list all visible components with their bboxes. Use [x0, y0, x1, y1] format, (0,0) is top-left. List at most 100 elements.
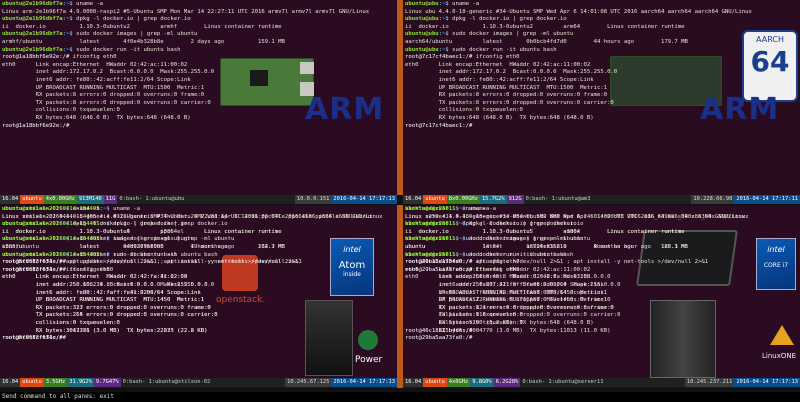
prompt-user-host: ubuntu@ubu — [405, 1, 439, 7]
status-window-list[interactable]: 0:bash- 1:ubuntu@am3 — [523, 195, 692, 204]
terminal-line: ubuntu@stilson-02:~$ uname -a — [2, 206, 395, 214]
root-prompt: root@5cd6fcf634e:/# — [2, 335, 70, 342]
command-text: uname -a — [452, 1, 480, 7]
terminal-line: collisions:0 txqueuelen:0 — [2, 319, 120, 326]
command-text: dpkg -l docker.io | grep docker.io — [452, 16, 567, 23]
terminal-pane-s390x[interactable]: ubuntu@server11:~$ uname -a Linux server1… — [403, 205, 800, 378]
root-prompt: root@1a18bbf6e92e:/# — [2, 54, 73, 61]
command-text: ifconfig eth0 — [69, 266, 114, 273]
terminal-pane-armhf[interactable]: ubuntu@2e1b96dbf7a:~$ uname -a Linux arm-… — [0, 0, 397, 195]
terminal-line: eth0 Link encap:Ethernet HWaddr 02:42:ac… — [405, 61, 591, 68]
terminal-line: ubuntu@ubu:~$ dpkg -l docker.io | grep d… — [405, 16, 798, 24]
prompt-path: :~$ — [455, 236, 470, 243]
root-prompt: root@29ba5aa73fa0:/# — [405, 266, 476, 273]
pane-divider-vertical[interactable] — [397, 0, 403, 388]
terminal-line: ubuntu@stilson-02:~$ sudo docker run -it… — [2, 252, 395, 260]
terminal-line: root@5cd6fcf634e:/# apt update >/dev/nul… — [2, 259, 395, 267]
terminal-line: root@29ba5aa73fa0:/# ifconfig eth0 — [405, 267, 798, 275]
prompt-path: :~$ — [438, 1, 453, 7]
terminal-line: RX packets:121 errors:0 dropped:0 overru… — [405, 304, 614, 311]
status-window-list[interactable]: 0:bash- 1:ubuntu@server11 — [520, 378, 685, 387]
terminal-line: ubuntu@stilson-02:~$ sudo docker images … — [2, 236, 395, 244]
terminal-line: eth0 Link encap:Ethernet HWaddr 02:42:fa… — [2, 274, 188, 281]
terminal-line: aarch64/ubuntu latest 0b0bcb4fd7d0 44 ho… — [405, 38, 688, 45]
prompt-user-host: ubuntu@2e1b96dbf7a — [2, 46, 63, 53]
status-session-name: ubuntu — [20, 378, 44, 387]
terminal-line: TX packets:8 errors:0 dropped:0 overruns… — [405, 99, 614, 106]
terminal-line: eth0 Link encap:Ethernet HWaddr 02:42:ac… — [2, 61, 188, 68]
terminal-line: RX packets:327 errors:0 dropped:0 overru… — [2, 304, 211, 311]
prompt-user-host: ubuntu@2e1b96dbf7a — [2, 16, 63, 23]
terminal-line: RX bytes:3017776 (3.0 MB) TX bytes:22033… — [2, 327, 208, 334]
prompt-path: :~$ — [438, 46, 453, 53]
status-clock: 2016-04-14 17:17:13 — [331, 378, 397, 387]
command-text: uname -a — [469, 206, 496, 212]
prompt-path: :~$ — [59, 221, 73, 228]
status-cpu: 8x0.00GHz — [446, 195, 480, 204]
prompt-path: :~$ — [438, 16, 453, 23]
status-disk: 11G — [103, 195, 118, 204]
terminal-line: ubuntu@ubu:~$ uname -a — [405, 1, 798, 9]
command-text: ifconfig eth0 — [475, 266, 520, 273]
status-memory: 913M140 — [76, 195, 104, 204]
terminal-line: ii docker.io 1.10.3-0ubuntu5 s390x Linux… — [405, 228, 685, 235]
status-ip-address: 10.0.0.151 — [294, 195, 332, 204]
prompt-path: :~$ — [438, 31, 453, 38]
terminal-line: TX packets:8 errors:0 dropped:0 overruns… — [2, 99, 211, 106]
status-window-list[interactable]: 0:bash- 1:ubuntu@stilson-02 — [120, 378, 286, 387]
status-cpu: 3.5GHz — [43, 378, 68, 387]
root-prompt: root@7c17cf4baec1:/# — [405, 54, 476, 61]
terminal-line: ubuntu@server11:~$ sudo docker run -it u… — [405, 252, 798, 260]
terminal-line: UP BROADCAST RUNNING MULTICAST MTU:1500 … — [405, 84, 608, 91]
terminal-line: root@7c17cf4baec1:/# — [405, 123, 798, 131]
tmux-status-bar: 16.04 ubuntu 3.5GHz 31.9G2% 9.7G47% 0:bash- 1… — [0, 378, 397, 387]
status-window-list[interactable]: 0:bash- 1:ubuntu@ubu — [117, 195, 295, 204]
command-text: apt update >/dev/null 2>&1 ; apt install… — [69, 259, 302, 266]
root-prompt: root@5cd6fcf634e:/# — [2, 266, 70, 273]
terminal-pane-arm64[interactable]: ubuntu@ubu:~$ uname -a Linux ubu 4.4.0-18… — [403, 0, 800, 195]
prompt-user-host: ubuntu@server11 — [405, 236, 456, 243]
terminal-line: inet6 addr: fe80::42:faff:fe41:0208/64 S… — [2, 289, 201, 296]
prompt-path: :~$ — [62, 46, 77, 53]
terminal-line: ubuntu@2e1b96dbf7a:~$ sudo docker run -i… — [2, 47, 395, 55]
terminal-line: UP BROADCAST RUNNING MULTICAST MTU:1450 … — [2, 297, 205, 304]
prompt-path: :~$ — [62, 31, 77, 38]
terminal-output: ubuntu@stilson-02:~$ uname -a Linux stils… — [2, 206, 395, 343]
prompt-path: :~$ — [59, 236, 73, 243]
status-os-version: 16.04 — [0, 378, 21, 387]
tmux-status-bar: 16.04 ubuntu 4x0GHz 9.8G0% 6.2G28% 0:bash- 1:… — [403, 378, 800, 387]
root-prompt: root@5cd6fcf634e:/# — [2, 259, 70, 266]
terminal-line: root@29ba5aa73fa0:/# apt update >/dev/nu… — [405, 259, 798, 267]
terminal-line: inet6 addr: fe80::42:acff:fe11:2/64 Scop… — [2, 76, 191, 83]
terminal-line: ubuntu latest 0d8037fe8000 4 hours ago 1… — [2, 243, 285, 250]
prompt-user-host: ubuntu@stilson-02 — [2, 221, 60, 228]
status-memory: 9.8G0% — [470, 378, 494, 387]
status-disk: 6.2G28% — [493, 378, 521, 387]
prompt-path: :~$ — [455, 251, 470, 258]
status-ip-address: 10.228.66.98 — [691, 195, 735, 204]
terminal-line: root@7c17cf4baec1:/# ifconfig eth0 — [405, 54, 798, 62]
terminal-line: ubuntu@server11:~$ uname -a — [405, 206, 798, 214]
tmux-command-line[interactable]: Send command to all panes: exit — [0, 392, 800, 402]
terminal-line: ubuntu@2e1b96dbf7a:~$ sudo docker images… — [2, 31, 395, 39]
command-text: sudo docker images | grep -ml ubuntu — [72, 236, 194, 243]
terminal-line: collisions:0 txqueuelen:0 — [405, 107, 523, 114]
terminal-line: Linux server11 4.4.0-18-generic #34-Ubun… — [405, 213, 749, 220]
status-session-name: ubuntu — [423, 195, 447, 204]
command-text: sudo docker run -it ubuntu bash — [76, 46, 181, 53]
command-text: sudo docker run -it ubuntu bash — [452, 46, 557, 53]
terminal-line: ubuntu@server11:~$ sudo docker images | … — [405, 236, 798, 244]
terminal-line: eth0 Link encap:Ethernet HWaddr 02:42:fa… — [405, 274, 591, 281]
root-prompt: root@7c17cf4baec1:/# — [405, 122, 476, 129]
command-text: ifconfig eth0 — [475, 54, 520, 61]
terminal-line: RX packets:8 errors:0 dropped:0 overruns… — [2, 92, 205, 99]
root-prompt: root@29ba5aa73fa0:/# — [405, 335, 476, 342]
prompt-path: :~$ — [455, 221, 470, 228]
linuxone-logo-text: LinuxONE — [762, 352, 797, 360]
status-os-version: 16.04 — [403, 195, 424, 204]
terminal-line: RX bytes:648 (648.0 B) TX bytes:648 (648… — [405, 114, 594, 121]
power-logo-text: Power — [355, 355, 383, 365]
status-session-name: ubuntu — [20, 195, 44, 204]
terminal-line: Linux arm-2e1b96f7a 4.9.0000-raspi2 #5-U… — [2, 8, 370, 15]
command-text: sudo docker images | grep -ml ubuntu — [469, 236, 591, 243]
